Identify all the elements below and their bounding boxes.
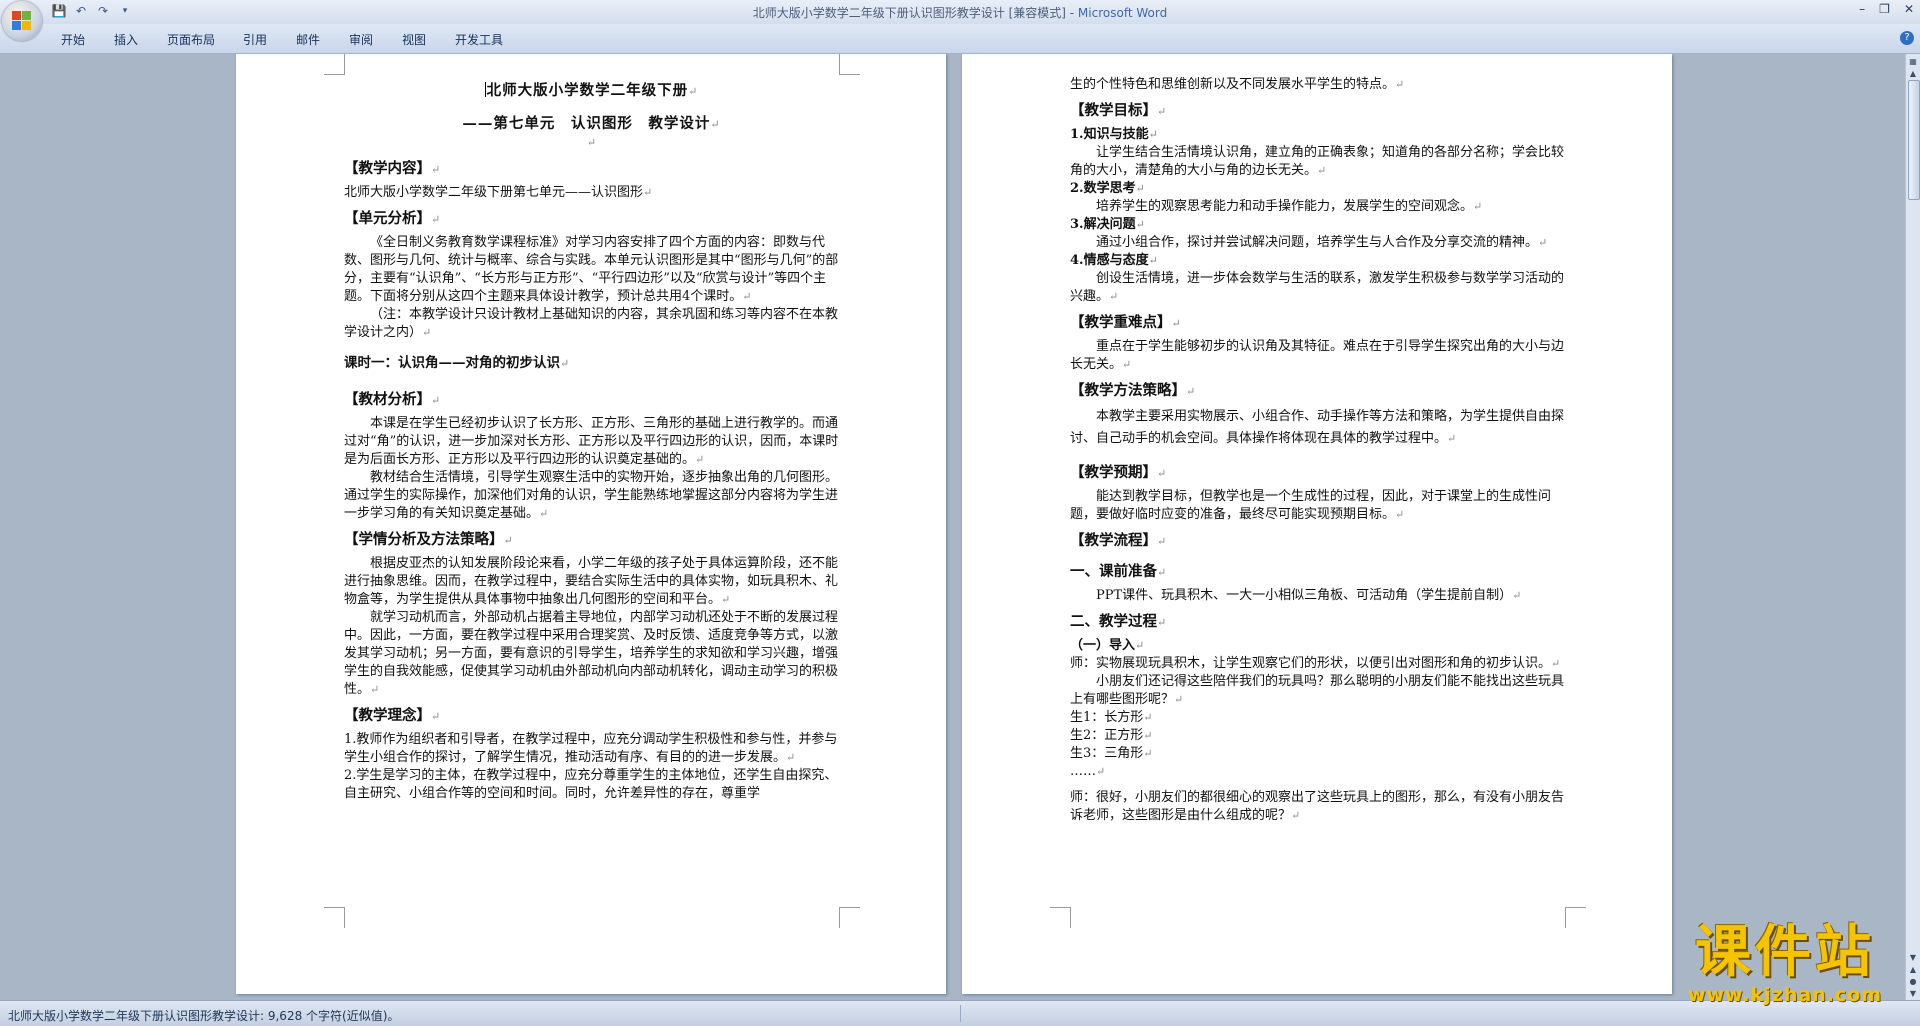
heading-method: 【教学方法策略】↵	[1070, 382, 1196, 399]
paragraph: PPT课件、玩具积木、一大一小相似三角板、可活动角（学生提前自制）↵	[1096, 588, 1522, 603]
heading-teaching-content: 【教学内容】↵	[344, 160, 441, 177]
tab-review[interactable]: 审阅	[349, 31, 373, 48]
subheading: 1.知识与技能↵	[1070, 127, 1158, 142]
window-controls: – ❐ ✕	[1859, 2, 1914, 16]
paragraph: 通过小组合作，探讨并尝试解决问题，培养学生与人合作及分享交流的精神。↵	[1096, 235, 1548, 250]
watermark-title: 课件站	[1695, 920, 1875, 985]
paragraph: 2.学生是学习的主体，在教学过程中，应充分尊重学生的主体地位，还学生自由探究、自…	[344, 768, 838, 801]
logo-red	[12, 11, 21, 20]
ellipsis-line: ……↵	[1070, 764, 1106, 779]
logo-blue	[12, 21, 21, 30]
paragraph: 就学习动机而言，外部动机占据着主导地位，内部学习动机还处于不断的发展过程中。因此…	[344, 610, 839, 697]
status-bar: 北师大版小学数学二年级下册认识图形教学设计: 9,628 个字符(近似值)。	[0, 1000, 1920, 1026]
paragraph: 师：很好，小朋友们的都很细心的观察出了这些玩具上的图形，那么，有没有小朋友告诉老…	[1070, 790, 1565, 823]
scroll-up-icon[interactable]: ▲	[1907, 68, 1919, 80]
paragraph: 培养学生的观察思考能力和动手操作能力，发展学生的空间观念。↵	[1096, 199, 1483, 214]
ribbon-tabs: 开始 插入 页面布局 引用 邮件 审阅 视图 开发工具 ?	[0, 24, 1920, 54]
help-icon[interactable]: ?	[1900, 31, 1914, 45]
tab-references[interactable]: 引用	[243, 31, 267, 48]
ruler-toggle-icon[interactable]: ▦	[1907, 56, 1919, 68]
window-title: 北师大版小学数学二年级下册认识图形教学设计 [兼容模式] - Microsoft…	[0, 4, 1920, 21]
paragraph: 让学生结合生活情境认识角，建立角的正确表象；知道角的各部分名称；学会比较角的大小…	[1070, 145, 1565, 178]
tab-home[interactable]: 开始	[61, 31, 85, 48]
answer-line: 生1：长方形↵	[1070, 710, 1153, 725]
page-1-content: 北师大版小学数学二年级下册↵ ——第七单元 认识图形 教学设计↵ ↵ 【教学内容…	[344, 54, 839, 803]
paragraph: 《全日制义务教育数学课程标准》对学习内容安排了四个方面的内容：即数与代数、图形与…	[344, 235, 839, 304]
paragraph: 师：实物展现玩具积木，让学生观察它们的形状，以便引出对图形和角的初步认识。↵	[1070, 656, 1561, 671]
tab-insert[interactable]: 插入	[114, 31, 138, 48]
paragraph: 能达到教学目标，但教学也是一个生成性的过程，因此，对于课堂上的生成性问题，要做好…	[1070, 489, 1552, 522]
heading-flow: 【教学流程】↵	[1070, 532, 1167, 549]
status-separator	[960, 1005, 961, 1022]
restore-icon[interactable]: ❐	[1879, 2, 1890, 16]
margin-corner	[324, 907, 345, 928]
vertical-scrollbar[interactable]: ▦ ▲ ▼ ▲ ● ▼	[1905, 54, 1920, 1000]
heading-lesson-one: 课时一：认识角——对角的初步认识↵	[344, 355, 570, 371]
doc-subtitle: ——第七单元 认识图形 教学设计↵	[462, 115, 721, 132]
paragraph: 重点在于学生能够初步的认识角及其特征。难点在于引导学生探究出角的大小与边长无关。…	[1070, 339, 1565, 372]
tab-view[interactable]: 视图	[402, 31, 426, 48]
watermark-logo: 课件站 www.kjzhan.com	[1660, 920, 1910, 1007]
heading-expectation: 【教学预期】↵	[1070, 464, 1167, 481]
paragraph: 生的个性特色和思维创新以及不同发展水平学生的特点。↵	[1070, 77, 1405, 92]
watermark-url: www.kjzhan.com	[1687, 984, 1883, 1006]
tab-mailings[interactable]: 邮件	[296, 31, 320, 48]
document-page-2[interactable]: 生的个性特色和思维创新以及不同发展水平学生的特点。↵ 【教学目标】↵ 1.知识与…	[962, 54, 1672, 994]
heading-learner-analysis: 【学情分析及方法策略】↵	[344, 531, 513, 548]
status-text: 北师大版小学数学二年级下册认识图形教学设计: 9,628 个字符(近似值)。	[8, 1009, 400, 1023]
text-cursor	[484, 82, 486, 97]
close-icon[interactable]: ✕	[1904, 2, 1914, 16]
answer-line: 生3：三角形↵	[1070, 746, 1153, 761]
page-2-content: 生的个性特色和思维创新以及不同发展水平学生的特点。↵ 【教学目标】↵ 1.知识与…	[1070, 76, 1565, 825]
margin-corner	[1050, 907, 1071, 928]
subheading: 4.情感与态度↵	[1070, 253, 1158, 268]
logo-yellow	[22, 21, 31, 30]
heading-material-analysis: 【教材分析】↵	[344, 391, 441, 408]
margin-corner	[1565, 907, 1586, 928]
paragraph: 根据皮亚杰的认知发展阶段论来看，小学二年级的孩子处于具体运算阶段，还不能进行抽象…	[344, 556, 839, 607]
paragraph: 创设生活情境，进一步体会数学与生活的联系，激发学生积极参与数学学习活动的兴趣。↵	[1070, 271, 1565, 304]
heading-teaching-goals: 【教学目标】↵	[1070, 102, 1167, 119]
app-name: Microsoft Word	[1077, 6, 1168, 20]
paragraph: 小朋友们还记得这些陪伴我们的玩具吗？那么聪明的小朋友们能不能找出这些玩具上有哪些…	[1070, 674, 1565, 707]
logo-green	[22, 11, 31, 20]
answer-line: 生2：正方形↵	[1070, 728, 1153, 743]
heading-preparation: 一、课前准备↵	[1070, 563, 1167, 580]
margin-corner	[839, 907, 860, 928]
document-area[interactable]: 北师大版小学数学二年级下册↵ ——第七单元 认识图形 教学设计↵ ↵ 【教学内容…	[0, 54, 1906, 1000]
empty-paragraph: ↵	[586, 136, 597, 149]
paragraph: 本课是在学生已经初步认识了长方形、正方形、三角形的基础上进行教学的。而通过对“角…	[344, 416, 839, 467]
document-page-1[interactable]: 北师大版小学数学二年级下册↵ ——第七单元 认识图形 教学设计↵ ↵ 【教学内容…	[236, 54, 946, 994]
margin-corner	[839, 54, 860, 75]
heading-unit-analysis: 【单元分析】↵	[344, 210, 441, 227]
office-logo-icon	[12, 11, 32, 31]
document-title: 北师大版小学数学二年级下册认识图形教学设计 [兼容模式] -	[752, 6, 1078, 20]
paragraph: 本教学主要采用实物展示、小组合作、动手操作等方法和策略，为学生提供自由探讨、自己…	[1070, 409, 1565, 446]
heading-process: 二、教学过程↵	[1070, 613, 1167, 630]
paragraph: 教材结合生活情境，引导学生观察生活中的实物开始，逐步抽象出角的几何图形。通过学生…	[344, 470, 839, 521]
tab-page-layout[interactable]: 页面布局	[167, 31, 215, 48]
heading-key-points: 【教学重难点】↵	[1070, 314, 1181, 331]
paragraph: （注：本教学设计只设计教材上基础知识的内容，其余巩固和练习等内容不在本教学设计之…	[344, 307, 839, 340]
scrollbar-thumb[interactable]	[1908, 80, 1920, 200]
subheading: 3.解决问题↵	[1070, 217, 1145, 232]
subheading: 2.数学思考↵	[1070, 181, 1145, 196]
subheading-intro: （一）导入↵	[1070, 638, 1145, 653]
paragraph: 1.教师作为组织者和引导者，在教学过程中，应充分调动学生积极性和参与性，并参与学…	[344, 732, 838, 765]
office-button[interactable]	[2, 1, 42, 41]
title-bar: 💾 ↶ ↷ ▾ 北师大版小学数学二年级下册认识图形教学设计 [兼容模式] - M…	[0, 0, 1920, 24]
heading-teaching-idea: 【教学理念】↵	[344, 707, 441, 724]
doc-title: 北师大版小学数学二年级下册↵	[484, 82, 699, 99]
paragraph: 北师大版小学数学二年级下册第七单元——认识图形↵	[344, 185, 653, 200]
tab-developer[interactable]: 开发工具	[455, 31, 503, 48]
minimize-icon[interactable]: –	[1859, 2, 1865, 16]
margin-corner	[324, 54, 345, 75]
